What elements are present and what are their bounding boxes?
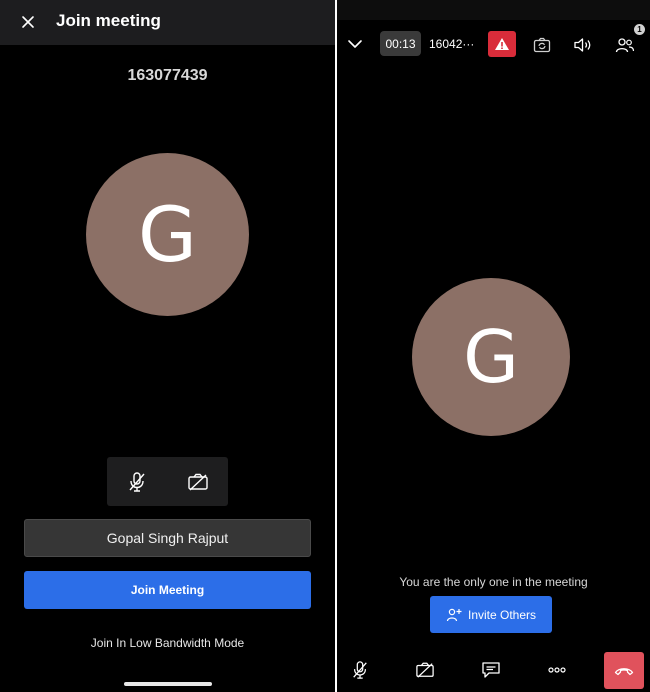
close-button[interactable]	[18, 12, 38, 32]
avatar-initial: G	[463, 315, 519, 399]
join-header: Join meeting	[0, 0, 335, 45]
avatar: G	[86, 153, 249, 316]
in-meeting-screen: 00:13 16042··· 1 G You are the only one …	[337, 0, 650, 692]
more-button[interactable]	[540, 655, 574, 685]
participants-icon	[615, 38, 635, 53]
participant-avatar: G	[412, 278, 570, 436]
meeting-id: 163077439	[127, 67, 208, 84]
participants-button[interactable]	[613, 34, 637, 56]
mic-off-icon	[129, 471, 145, 492]
page-title: Join meeting	[56, 11, 161, 30]
media-controls	[107, 457, 228, 506]
join-meeting-screen: Join meeting 163077439 G Gopal Singh Raj…	[0, 0, 335, 692]
status-strip	[337, 0, 650, 20]
camera-off-icon	[416, 662, 434, 678]
warning-icon	[495, 38, 509, 50]
meeting-number: 16042···	[429, 37, 475, 51]
invite-others-button[interactable]: Invite Others	[430, 596, 552, 633]
invite-others-label: Invite Others	[467, 607, 537, 622]
alert-button[interactable]	[488, 31, 516, 57]
mic-toggle-button[interactable]	[343, 655, 377, 685]
chat-button[interactable]	[474, 655, 508, 685]
low-bandwidth-link[interactable]: Join In Low Bandwidth Mode	[0, 636, 335, 650]
home-indicator	[124, 682, 212, 686]
collapse-button[interactable]	[344, 33, 366, 55]
avatar-initial: G	[138, 190, 197, 279]
camera-toggle-button[interactable]	[168, 457, 228, 506]
camera-toggle-button[interactable]	[408, 655, 442, 685]
display-name-field[interactable]: Gopal Singh Rajput	[24, 519, 311, 557]
switch-camera-icon	[533, 37, 551, 53]
more-icon	[548, 667, 566, 673]
camera-off-icon	[188, 473, 208, 491]
speaker-icon	[574, 38, 591, 52]
close-icon	[22, 16, 34, 28]
chevron-down-icon	[348, 40, 362, 48]
chat-icon	[482, 662, 500, 678]
end-call-icon	[614, 667, 634, 675]
speaker-button[interactable]	[572, 34, 594, 56]
call-timer: 00:13	[380, 31, 421, 56]
status-text: You are the only one in the meeting	[399, 575, 588, 589]
add-person-icon	[446, 608, 462, 621]
mic-off-icon	[353, 661, 367, 679]
mic-toggle-button[interactable]	[107, 457, 167, 506]
app-root: Join meeting 163077439 G Gopal Singh Raj…	[0, 0, 650, 692]
end-call-button[interactable]	[604, 652, 644, 689]
join-meeting-button[interactable]: Join Meeting	[24, 571, 311, 609]
switch-camera-button[interactable]	[531, 34, 553, 56]
participants-count-badge: 1	[634, 24, 645, 35]
